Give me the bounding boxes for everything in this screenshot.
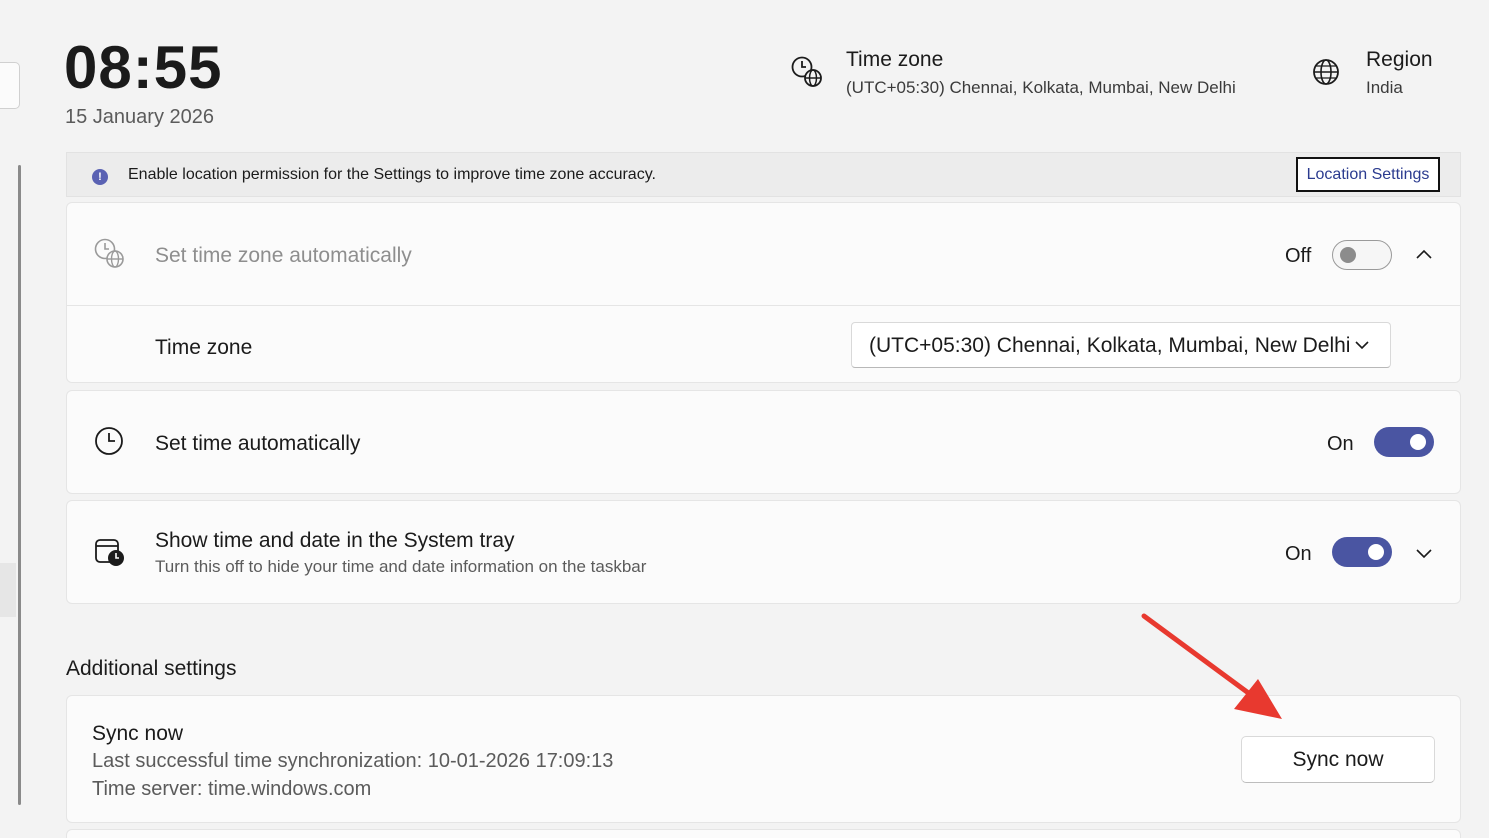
set-time-auto-state: On bbox=[1327, 433, 1354, 455]
time-zone-label: Time zone bbox=[155, 336, 253, 359]
set-time-zone-auto-label: Set time zone automatically bbox=[155, 244, 412, 267]
calendar-clock-icon bbox=[95, 539, 124, 566]
set-time-zone-auto-state: Off bbox=[1285, 245, 1312, 267]
location-permission-infobar: ! Enable location permission for the Set… bbox=[66, 152, 1461, 197]
header-time-zone-value: (UTC+05:30) Chennai, Kolkata, Mumbai, Ne… bbox=[846, 78, 1236, 97]
card-divider bbox=[67, 305, 1460, 306]
chevron-up-icon[interactable] bbox=[1414, 245, 1434, 265]
set-time-zone-auto-toggle[interactable] bbox=[1332, 240, 1392, 270]
current-date: 15 January 2026 bbox=[65, 106, 215, 128]
nav-scrollbar[interactable] bbox=[18, 165, 21, 805]
date-time-settings-page: 08:55 15 January 2026 Time zone (UTC+05:… bbox=[0, 0, 1489, 838]
last-sync-text: Last successful time synchronization: 10… bbox=[92, 750, 614, 772]
header-region-value: India bbox=[1366, 78, 1403, 97]
system-tray-description: Turn this off to hide your time and date… bbox=[155, 557, 647, 576]
toggle-knob bbox=[1340, 247, 1356, 263]
set-time-auto-card: Set time automatically On bbox=[66, 390, 1461, 494]
nav-selection-highlight bbox=[0, 563, 16, 617]
chevron-down-icon bbox=[1355, 341, 1369, 350]
time-zone-dropdown-value: (UTC+05:30) Chennai, Kolkata, Mumbai, Ne… bbox=[869, 334, 1351, 357]
system-tray-toggle[interactable] bbox=[1332, 537, 1392, 567]
header-region-title: Region bbox=[1366, 48, 1433, 71]
system-tray-label: Show time and date in the System tray bbox=[155, 529, 515, 552]
info-icon: ! bbox=[92, 169, 108, 185]
clock-globe-icon bbox=[791, 56, 822, 87]
clock-globe-icon bbox=[94, 238, 124, 268]
sync-now-button[interactable]: Sync now bbox=[1241, 736, 1435, 783]
additional-settings-title: Additional settings bbox=[66, 657, 237, 680]
set-time-auto-toggle[interactable] bbox=[1374, 427, 1434, 457]
clock-icon bbox=[95, 427, 123, 455]
current-time: 08:55 bbox=[64, 34, 223, 101]
toggle-knob bbox=[1368, 544, 1384, 560]
header-time-zone-title: Time zone bbox=[846, 48, 944, 71]
annotation-arrow bbox=[1141, 613, 1282, 719]
time-zone-dropdown[interactable]: (UTC+05:30) Chennai, Kolkata, Mumbai, Ne… bbox=[851, 322, 1391, 368]
time-server-text: Time server: time.windows.com bbox=[92, 778, 372, 800]
system-tray-card: Show time and date in the System tray Tu… bbox=[66, 500, 1461, 604]
system-tray-state: On bbox=[1285, 543, 1312, 565]
time-zone-card: Set time zone automatically Off Time zon… bbox=[66, 202, 1461, 383]
next-card bbox=[66, 829, 1461, 838]
infobar-message: Enable location permission for the Setti… bbox=[128, 166, 656, 183]
back-button[interactable] bbox=[0, 62, 20, 109]
globe-icon bbox=[1313, 59, 1339, 85]
chevron-down-icon[interactable] bbox=[1414, 543, 1434, 563]
location-settings-button[interactable]: Location Settings bbox=[1296, 157, 1440, 192]
sync-title: Sync now bbox=[92, 722, 184, 745]
set-time-auto-label: Set time automatically bbox=[155, 432, 361, 455]
toggle-knob bbox=[1410, 434, 1426, 450]
